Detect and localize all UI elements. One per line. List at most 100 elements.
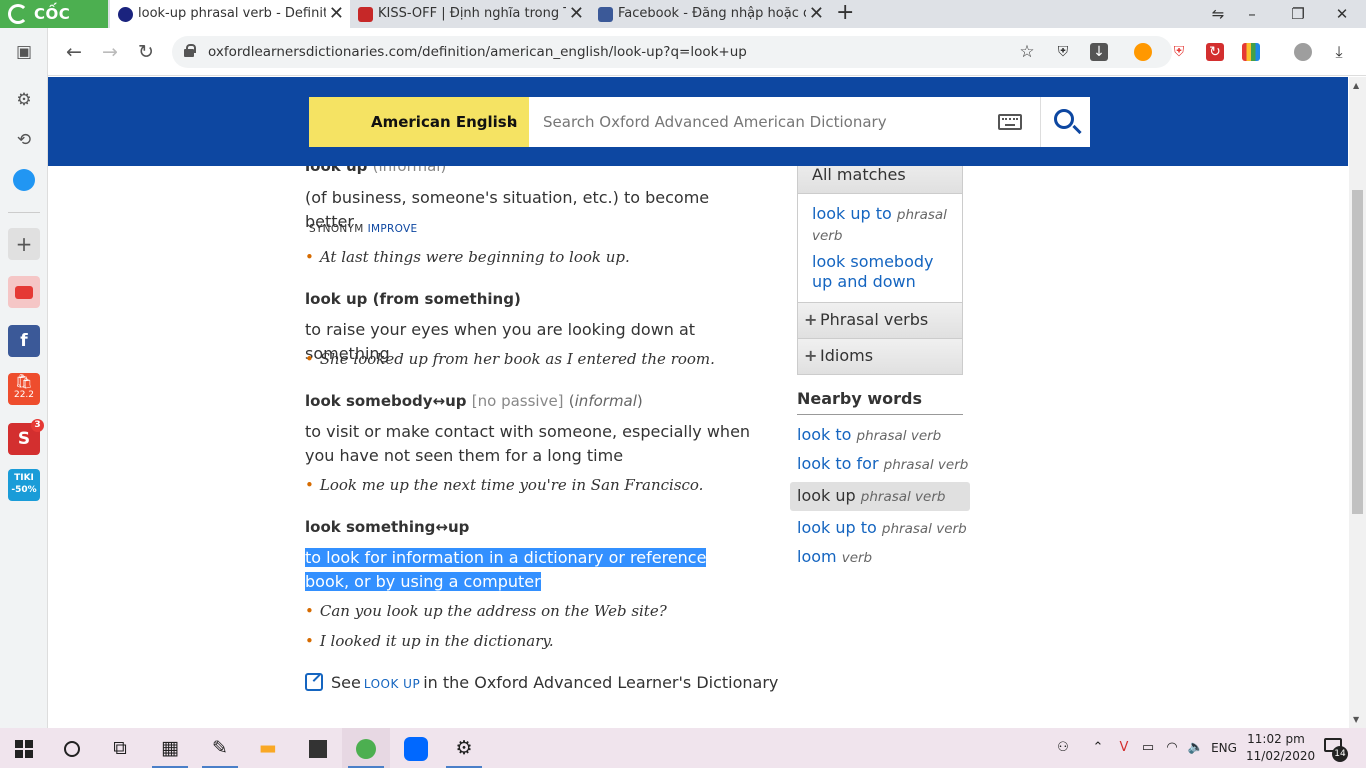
webpage: American English ⌄ Search Oxford Advance… xyxy=(48,77,1348,728)
bookmark-star-icon[interactable]: ☆ xyxy=(1018,43,1036,61)
system-clock[interactable]: 11:02 pm 11/02/2020 xyxy=(1246,731,1316,765)
nearby-word-link[interactable]: look to phrasal verb xyxy=(797,421,972,450)
app-drawing-icon[interactable]: ✎ xyxy=(196,728,244,768)
facebook-favicon-icon xyxy=(598,7,613,22)
reload-button[interactable]: ↻ xyxy=(132,38,160,66)
people-icon[interactable]: ⚇ xyxy=(1052,728,1074,768)
tab-kiss-off[interactable]: KISS-OFF | Định nghĩa trong T ✕ xyxy=(350,0,590,28)
sidebar-divider xyxy=(8,212,40,213)
url-text[interactable]: oxfordlearnersdictionaries.com/definitio… xyxy=(208,36,747,68)
forward-button[interactable]: → xyxy=(96,38,124,66)
scroll-down-icon[interactable]: ▼ xyxy=(1353,715,1359,724)
coccoc-extension-icon[interactable] xyxy=(1134,43,1152,61)
page-scrollbar[interactable]: ▲ ▼ xyxy=(1349,77,1366,728)
task-view-icon[interactable]: ⧉ xyxy=(96,728,144,768)
idioms-section[interactable]: + Idioms xyxy=(797,339,963,375)
example-sentence: • Look me up the next time you're in San … xyxy=(305,476,704,494)
shield-icon[interactable]: ⛨ xyxy=(1054,43,1072,61)
close-tab-icon[interactable]: ✕ xyxy=(569,0,584,28)
dictionary-label: American English xyxy=(371,113,518,131)
language-indicator[interactable]: ENG xyxy=(1210,728,1238,768)
downloads-icon[interactable]: ⤓ xyxy=(1330,43,1348,61)
search-button[interactable] xyxy=(1040,97,1090,147)
selected-definition[interactable]: to look for information in a dictionary … xyxy=(305,546,755,594)
profile-avatar[interactable] xyxy=(1294,43,1312,61)
nearby-word-link[interactable]: loom verb xyxy=(797,543,972,572)
file-explorer-icon[interactable]: ▬ xyxy=(244,728,292,768)
sense-definition: to visit or make contact with someone, e… xyxy=(305,422,751,465)
keyboard-icon[interactable] xyxy=(998,114,1022,130)
app-pinned-icon[interactable]: ▦ xyxy=(146,728,194,768)
history-icon[interactable]: ⟲ xyxy=(8,124,40,156)
clock-time: 11:02 pm xyxy=(1247,732,1305,746)
match-link-look-somebody-up[interactable]: look somebody up and down xyxy=(812,252,952,292)
cambridge-favicon-icon xyxy=(358,7,373,22)
scroll-up-icon[interactable]: ▲ xyxy=(1353,81,1359,90)
zalo-icon[interactable] xyxy=(392,728,440,768)
synonym-link[interactable]: IMPROVE xyxy=(368,223,418,235)
minimize-button[interactable]: – xyxy=(1232,0,1272,28)
nearby-words-title: Nearby words xyxy=(797,389,963,415)
tiki-icon[interactable]: TIKI -50% xyxy=(8,469,40,501)
tray-chevron-up-icon[interactable]: ⌃ xyxy=(1088,728,1108,768)
messenger-icon[interactable] xyxy=(8,164,40,196)
youtube-icon[interactable] xyxy=(8,276,40,308)
nearby-word-current[interactable]: look up phrasal verb xyxy=(790,482,970,511)
close-window-button[interactable]: ✕ xyxy=(1322,0,1362,28)
close-tab-icon[interactable]: ✕ xyxy=(329,0,344,28)
volume-icon[interactable]: 🔈 xyxy=(1186,728,1206,768)
site-header: American English ⌄ Search Oxford Advance… xyxy=(48,77,1348,166)
sticky-notes-icon[interactable] xyxy=(294,728,342,768)
sidebar-toggle-icon[interactable]: ▣ xyxy=(8,36,40,68)
shopee-icon[interactable]: 🛍 22.2 xyxy=(8,373,40,405)
windows-start-icon[interactable] xyxy=(0,728,48,768)
tab-facebook[interactable]: Facebook - Đăng nhập hoặc đ ✕ xyxy=(590,0,830,28)
notification-count: 14 xyxy=(1332,746,1348,762)
app-gear-icon[interactable]: ⚙ xyxy=(440,728,488,768)
nearby-word-link[interactable]: look up to phrasal verb xyxy=(797,514,972,543)
tab-title: look-up phrasal verb - Definit xyxy=(138,6,326,21)
expand-plus-icon: + xyxy=(804,346,818,365)
extension-colorful-icon[interactable] xyxy=(1242,43,1260,61)
see-also-word[interactable]: LOOK UP xyxy=(364,677,420,691)
new-tab-button[interactable]: + xyxy=(836,0,856,26)
search-input[interactable]: Search Oxford Advanced American Dictiona… xyxy=(529,97,1040,147)
match-link-look-up-to[interactable]: look up to phrasal verb xyxy=(812,204,952,246)
vietkey-icon[interactable]: V xyxy=(1114,728,1134,768)
adblock-icon[interactable]: ⛨ xyxy=(1170,43,1188,61)
see-also-link[interactable]: See LOOK UP in the Oxford Advanced Learner… xyxy=(305,673,778,692)
settings-icon[interactable]: ⚙ xyxy=(8,84,40,116)
battery-icon[interactable]: ▭ xyxy=(1138,728,1158,768)
sendo-icon[interactable]: S3 xyxy=(8,419,44,455)
windows-taskbar: ⧉ ▦ ✎ ▬ ⚙ ⚇ ⌃ V ▭ ◠ 🔈 ENG 11:02 pm 11/02… xyxy=(0,728,1366,768)
facebook-icon[interactable]: f xyxy=(8,325,40,357)
notification-center-icon[interactable]: 14 xyxy=(1320,736,1348,762)
nearby-word-link[interactable]: look to for phrasal verb xyxy=(797,450,972,479)
maximize-button[interactable]: ❐ xyxy=(1278,0,1318,28)
tab-title: Facebook - Đăng nhập hoặc đ xyxy=(618,6,806,21)
synonym-line: SYNONYM IMPROVE xyxy=(309,223,418,235)
download-video-icon[interactable]: ↓ xyxy=(1090,43,1108,61)
tiki-label: TIKI -50% xyxy=(11,473,37,495)
search-circle-icon[interactable] xyxy=(48,728,96,768)
add-icon[interactable]: + xyxy=(8,228,40,260)
coccoc-browser-icon[interactable] xyxy=(342,728,390,768)
tab-look-up[interactable]: look-up phrasal verb - Definit ✕ xyxy=(110,0,350,28)
tab-strip: CỐC CỐC look-up phrasal verb - Definit ✕… xyxy=(0,0,1366,51)
phrasal-verbs-section[interactable]: + Phrasal verbs xyxy=(797,303,963,339)
clock-date: 11/02/2020 xyxy=(1246,749,1316,763)
search-icon xyxy=(1054,109,1074,129)
dictionary-selector[interactable]: American English ⌄ xyxy=(309,97,529,147)
coccoc-logo-icon xyxy=(8,4,28,24)
example-sentence: • Can you look up the address on the Web … xyxy=(305,602,667,620)
expand-plus-icon: + xyxy=(804,310,818,329)
sense-headword: look somebody↔up [no passive] (informal) xyxy=(305,392,643,410)
wifi-icon[interactable]: ◠ xyxy=(1162,728,1182,768)
example-sentence: • At last things were beginning to look u… xyxy=(305,248,630,266)
close-tab-icon[interactable]: ✕ xyxy=(809,0,824,28)
coccoc-menu-button[interactable]: CỐC CỐC xyxy=(0,0,108,51)
lock-icon xyxy=(184,44,196,57)
scrollbar-thumb[interactable] xyxy=(1352,190,1363,514)
back-button[interactable]: ← xyxy=(60,38,88,66)
extension-red-icon[interactable]: ↻ xyxy=(1206,43,1224,61)
